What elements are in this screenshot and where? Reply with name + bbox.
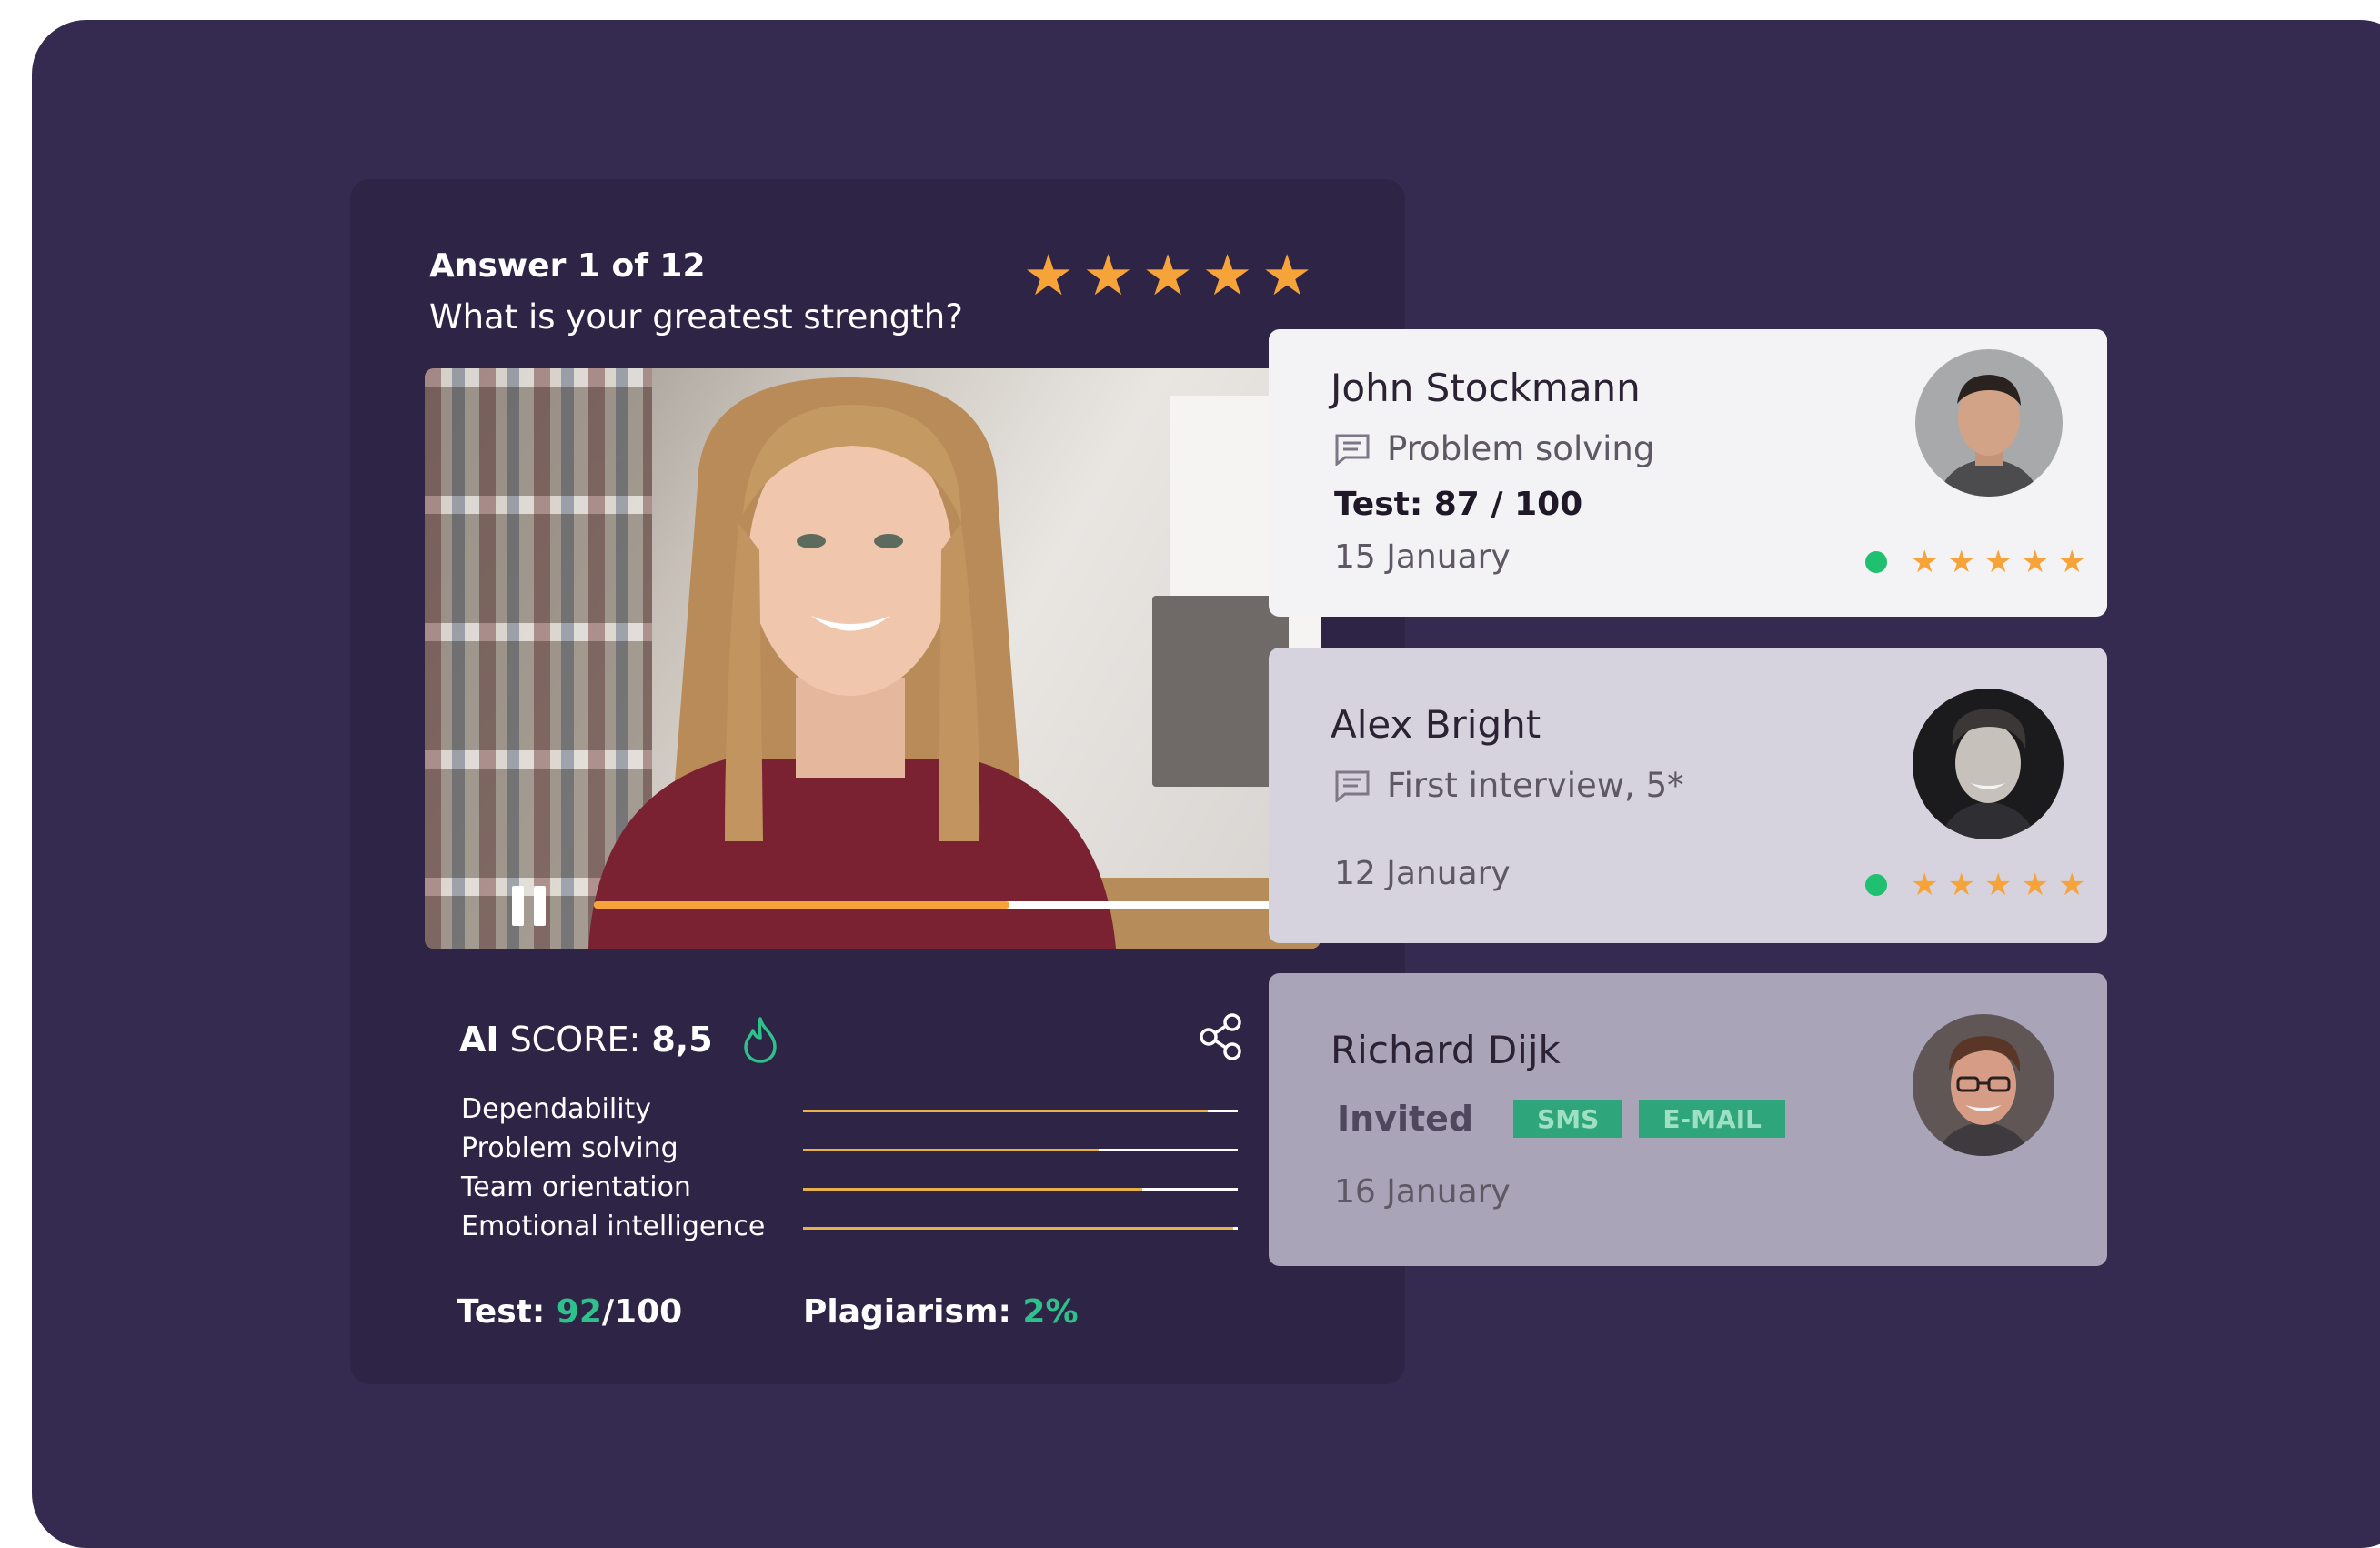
candidate-date: 16 January — [1334, 1173, 1511, 1211]
skill-bar — [803, 1110, 1238, 1112]
star-icon[interactable]: ★ — [1261, 247, 1312, 304]
sms-badge[interactable]: SMS — [1513, 1100, 1623, 1138]
ai-score: AI SCORE: 8,5 — [459, 1016, 780, 1063]
invitation-status: Invited SMS E-MAIL — [1337, 1099, 1785, 1139]
star-icon[interactable]: ★ — [1142, 247, 1193, 304]
video-progress-fill — [594, 901, 1010, 909]
answer-counter: Answer 1 of 12 — [429, 247, 706, 285]
test-score: Test: 92/100 — [457, 1293, 683, 1331]
star-icon: ★ — [1947, 867, 1975, 903]
share-icon[interactable] — [1196, 1011, 1247, 1062]
star-icon: ★ — [2021, 544, 2049, 580]
skill-scores: Dependability Problem solving Team orienta… — [461, 1093, 1243, 1250]
skill-bar-fill — [803, 1188, 1142, 1191]
skill-row: Dependability — [461, 1093, 1243, 1132]
skill-label: Emotional intelligence — [461, 1211, 766, 1242]
skill-row: Emotional intelligence — [461, 1211, 1243, 1250]
interviewee-video-frame — [588, 377, 1116, 949]
candidate-date: 12 January — [1334, 855, 1511, 892]
skill-bar-fill — [803, 1110, 1208, 1112]
candidate-card-john-stockmann[interactable]: John Stockmann Problem solving Test: 87 … — [1269, 329, 2107, 617]
skill-bar-fill — [803, 1149, 1100, 1151]
candidate-test-score: Test: 87 / 100 — [1334, 486, 1583, 523]
ai-score-value: 8,5 — [651, 1020, 713, 1060]
avatar[interactable] — [1913, 689, 2064, 839]
skill-label: Team orientation — [461, 1171, 691, 1203]
candidate-name: John Stockmann — [1331, 366, 1641, 410]
app-frame: Answer 1 of 12 What is your greatest str… — [32, 20, 2380, 1548]
star-icon: ★ — [1983, 867, 2013, 903]
plagiarism-value: 2% — [1022, 1293, 1079, 1331]
test-score-value: 92 — [556, 1293, 602, 1331]
candidate-card-alex-bright[interactable]: Alex Bright First interview, 5* 12 Janua… — [1269, 648, 2107, 943]
comment-icon — [1335, 770, 1370, 802]
answer-rating[interactable]: ★ ★ ★ ★ ★ — [1023, 247, 1312, 304]
video-progress-bar[interactable] — [594, 901, 1299, 909]
comment-icon — [1335, 434, 1370, 466]
candidate-name: Richard Dijk — [1331, 1028, 1561, 1072]
star-icon[interactable]: ★ — [1083, 247, 1134, 304]
flame-icon — [743, 1017, 777, 1063]
ai-score-label: SCORE: — [509, 1020, 641, 1060]
star-icon[interactable]: ★ — [1202, 247, 1253, 304]
candidate-rating: ★ ★ ★ ★ ★ — [1865, 547, 2085, 578]
star-icon: ★ — [2057, 867, 2086, 903]
test-score-total: /100 — [601, 1293, 683, 1331]
skill-bar-fill — [803, 1227, 1234, 1230]
avatar[interactable] — [1915, 349, 2063, 497]
star-icon: ★ — [1983, 544, 2013, 580]
ai-score-prefix: AI — [459, 1020, 499, 1060]
star-icon: ★ — [2021, 867, 2049, 903]
status-online-icon — [1865, 874, 1887, 896]
video-player[interactable] — [425, 368, 1321, 949]
skill-bar — [803, 1227, 1238, 1230]
question-text: What is your greatest strength? — [429, 297, 963, 337]
skill-bar — [803, 1188, 1238, 1191]
skill-row: Team orientation — [461, 1171, 1243, 1211]
status-online-icon — [1865, 551, 1887, 573]
candidate-name: Alex Bright — [1331, 702, 1541, 747]
pause-icon[interactable] — [512, 886, 548, 926]
candidate-note: Problem solving — [1334, 429, 1654, 468]
email-badge[interactable]: E-MAIL — [1639, 1100, 1785, 1138]
skill-label: Problem solving — [461, 1132, 678, 1164]
avatar[interactable] — [1913, 1014, 2054, 1156]
candidate-note: First interview, 5* — [1334, 766, 1684, 805]
star-icon: ★ — [1911, 867, 1939, 903]
star-icon: ★ — [1947, 544, 1975, 580]
skill-row: Problem solving — [461, 1132, 1243, 1171]
invited-label: Invited — [1337, 1099, 1474, 1139]
star-icon[interactable]: ★ — [1023, 247, 1074, 304]
star-icon: ★ — [1911, 544, 1939, 580]
skill-label: Dependability — [461, 1093, 652, 1125]
plagiarism-score: Plagiarism: 2% — [803, 1293, 1079, 1331]
candidate-card-richard-dijk[interactable]: Richard Dijk Invited SMS E-MAIL 16 Janua… — [1269, 973, 2107, 1266]
candidate-rating: ★ ★ ★ ★ ★ — [1865, 869, 2085, 900]
star-icon: ★ — [2057, 544, 2086, 580]
skill-bar — [803, 1149, 1238, 1151]
candidate-date: 15 January — [1334, 538, 1511, 576]
